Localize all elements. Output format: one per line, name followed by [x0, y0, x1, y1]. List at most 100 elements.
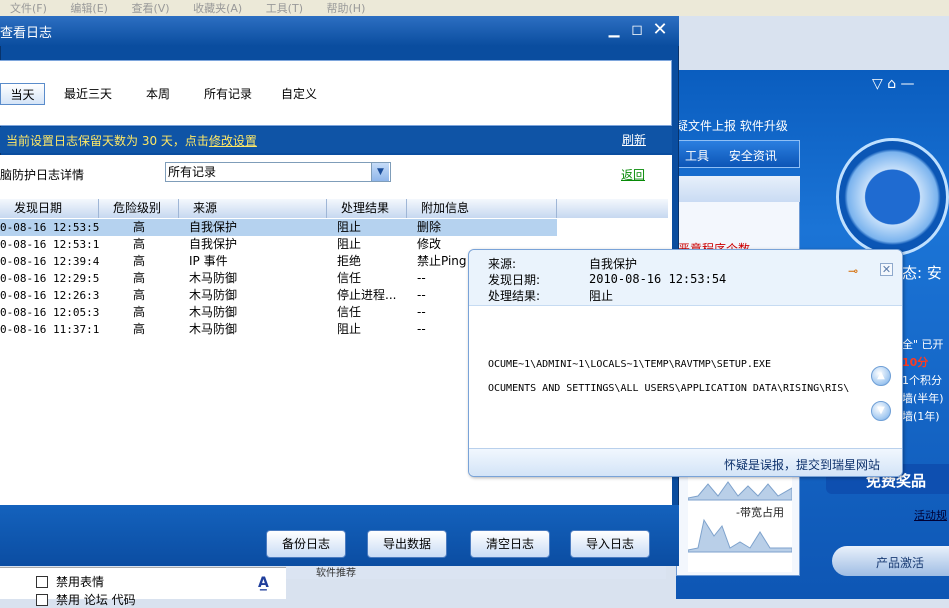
menu-view[interactable]: 查看(V) — [121, 0, 179, 16]
log-type-select[interactable]: 所有记录 — [165, 162, 391, 182]
window-title: 查看日志 — [0, 26, 53, 41]
side-line: 墙(半年) — [902, 392, 944, 405]
column-header-info[interactable]: 附加信息 — [407, 199, 557, 218]
cell-source: 自我保护 — [189, 237, 238, 251]
popup-source-label: 来源: — [488, 257, 517, 271]
retention-notice-text: 当前设置日志保留天数为 30 天，点击 — [6, 134, 209, 148]
table-row[interactable]: 0-08-16 12:53:54 高 自我保护 阻止 删除 — [0, 219, 668, 236]
app-info-panel-header — [676, 176, 800, 202]
popup-close-icon[interactable]: ✕ — [880, 263, 893, 276]
filter-custom[interactable]: 自定义 — [281, 83, 317, 105]
column-header-filler — [557, 199, 668, 218]
cell-result: 阻止 — [337, 322, 362, 336]
product-activate-button[interactable]: 产品激活 — [832, 546, 949, 576]
popup-path-line: OCUME~1\ADMINI~1\LOCALS~1\TEMP\RAVTMP\SE… — [488, 359, 771, 370]
option-label: 禁用表情 — [56, 575, 105, 589]
refresh-link[interactable]: 刷新 — [622, 131, 646, 148]
popup-date-label: 发现日期: — [488, 273, 541, 287]
disable-forum-code-option[interactable]: 禁用 论坛 代码 — [36, 591, 136, 608]
popup-result-value: 阻止 — [589, 289, 614, 303]
menu-favorites[interactable]: 收藏夹(A) — [183, 0, 252, 16]
back-link[interactable]: 返回 — [621, 166, 645, 183]
browser-menubar: 文件(F) 编辑(E) 查看(V) 收藏夹(A) 工具(T) 帮助(H) — [0, 0, 949, 16]
bandwidth-label: -带宽占用 — [736, 506, 784, 519]
security-gauge — [836, 138, 949, 256]
tab-tools[interactable]: 工具 — [677, 141, 717, 170]
menu-file[interactable]: 文件(F) — [0, 0, 57, 16]
detail-label: 脑防护日志详情 — [0, 168, 85, 182]
log-window-titlebar[interactable] — [0, 16, 679, 46]
cell-risk: 高 — [132, 237, 145, 251]
cell-date: 0-08-16 12:29:54 — [0, 272, 99, 285]
export-data-button[interactable]: 导出数据 — [367, 530, 447, 558]
menu-help[interactable]: 帮助(H) — [317, 0, 376, 16]
retention-notice: 当前设置日志保留天数为 30 天，点击修改设置 — [6, 132, 257, 149]
column-header-result[interactable]: 处理结果 — [327, 199, 407, 218]
menu-tools[interactable]: 工具(T) — [256, 0, 313, 16]
security-status: 态: 安 — [902, 264, 942, 282]
cell-date: 0-08-16 11:37:14 — [0, 323, 99, 336]
filter-last-three-days[interactable]: 最近三天 — [64, 83, 112, 105]
column-header-risk[interactable]: 危险级别 — [99, 199, 179, 218]
popup-path-line: OCUMENTS AND SETTINGS\ALL USERS\APPLICAT… — [488, 383, 850, 394]
font-icon[interactable]: A̲ — [258, 575, 269, 591]
filter-today[interactable]: 当天 — [0, 83, 45, 105]
cell-result: 阻止 — [327, 219, 407, 236]
bandwidth-chart — [687, 476, 793, 572]
cell-risk: 高 — [132, 254, 145, 268]
side-line: 墙(1年) — [902, 410, 940, 423]
activity-rules-link[interactable]: 活动规 — [914, 507, 947, 523]
app-window-icons[interactable]: ▽ ⌂ — — [872, 76, 949, 96]
app-tabs: 工具 安全资讯 — [676, 140, 800, 168]
checkbox[interactable] — [36, 594, 48, 606]
app-side-info: 全" 已开 10分 1个积分 墙(半年) 墙(1年) — [902, 336, 949, 426]
cell-date: 0-08-16 12:26:33 — [0, 289, 99, 302]
cell-risk: 高 — [132, 322, 145, 336]
clear-log-button[interactable]: 清空日志 — [470, 530, 550, 558]
report-false-positive-link[interactable]: 怀疑是误报，提交到瑞星网站 — [724, 456, 880, 473]
side-score: 10分 — [902, 356, 929, 369]
cell-result: 信任 — [337, 305, 362, 319]
filter-all-records[interactable]: 所有记录 — [204, 83, 252, 105]
minimize-icon[interactable]: ▁ — [606, 22, 622, 38]
cell-source: 木马防御 — [189, 305, 238, 319]
cell-date: 0-08-16 12:39:47 — [0, 255, 99, 268]
pin-icon[interactable]: ⊸ — [848, 264, 858, 278]
bandwidth-chart-graphic — [687, 481, 793, 553]
close-icon[interactable]: ✕ — [652, 21, 668, 39]
popup-date-value: 2010-08-16 12:53:54 — [589, 272, 727, 286]
cell-date: 0-08-16 12:53:54 — [0, 219, 99, 236]
disable-emoticons-option[interactable]: 禁用表情 — [36, 573, 104, 590]
filter-this-week[interactable]: 本周 — [146, 83, 170, 105]
tab-security-news[interactable]: 安全资讯 — [721, 141, 785, 170]
column-header-source[interactable]: 来源 — [179, 199, 327, 218]
cell-result: 阻止 — [337, 237, 362, 251]
cell-source: IP 事件 — [189, 254, 228, 268]
scroll-up-icon[interactable]: ▲ — [871, 366, 891, 386]
scroll-down-icon[interactable]: ▼ — [871, 401, 891, 421]
cell-risk: 高 — [132, 305, 145, 319]
popup-source-value: 自我保护 — [589, 257, 638, 271]
side-line: 1个积分 — [902, 374, 942, 387]
app-top-links[interactable]: 疑文件上报 软件升级 — [676, 117, 816, 137]
side-line: 全" 已开 — [902, 338, 944, 351]
cell-result: 拒绝 — [337, 254, 362, 268]
backup-log-button[interactable]: 备份日志 — [266, 530, 346, 558]
cell-result: 停止进程... — [337, 288, 397, 302]
popup-result-label: 处理结果: — [488, 289, 541, 303]
cell-source: 自我保护 — [179, 219, 327, 236]
modify-settings-link[interactable]: 修改设置 — [209, 134, 257, 148]
cell-risk: 高 — [132, 288, 145, 302]
import-log-button[interactable]: 导入日志 — [570, 530, 650, 558]
maximize-icon[interactable]: ◻ — [629, 22, 645, 38]
column-header-date[interactable]: 发现日期 — [0, 199, 99, 218]
checkbox[interactable] — [36, 576, 48, 588]
cell-date: 0-08-16 12:53:19 — [0, 238, 99, 251]
option-label: 禁用 论坛 代码 — [56, 593, 136, 607]
cell-risk: 高 — [132, 271, 145, 285]
cell-source: 木马防御 — [189, 288, 238, 302]
cell-source: 木马防御 — [189, 322, 238, 336]
cell-result: 信任 — [337, 271, 362, 285]
menu-edit[interactable]: 编辑(E) — [60, 0, 118, 16]
dropdown-arrow-icon[interactable]: ▼ — [371, 163, 389, 181]
